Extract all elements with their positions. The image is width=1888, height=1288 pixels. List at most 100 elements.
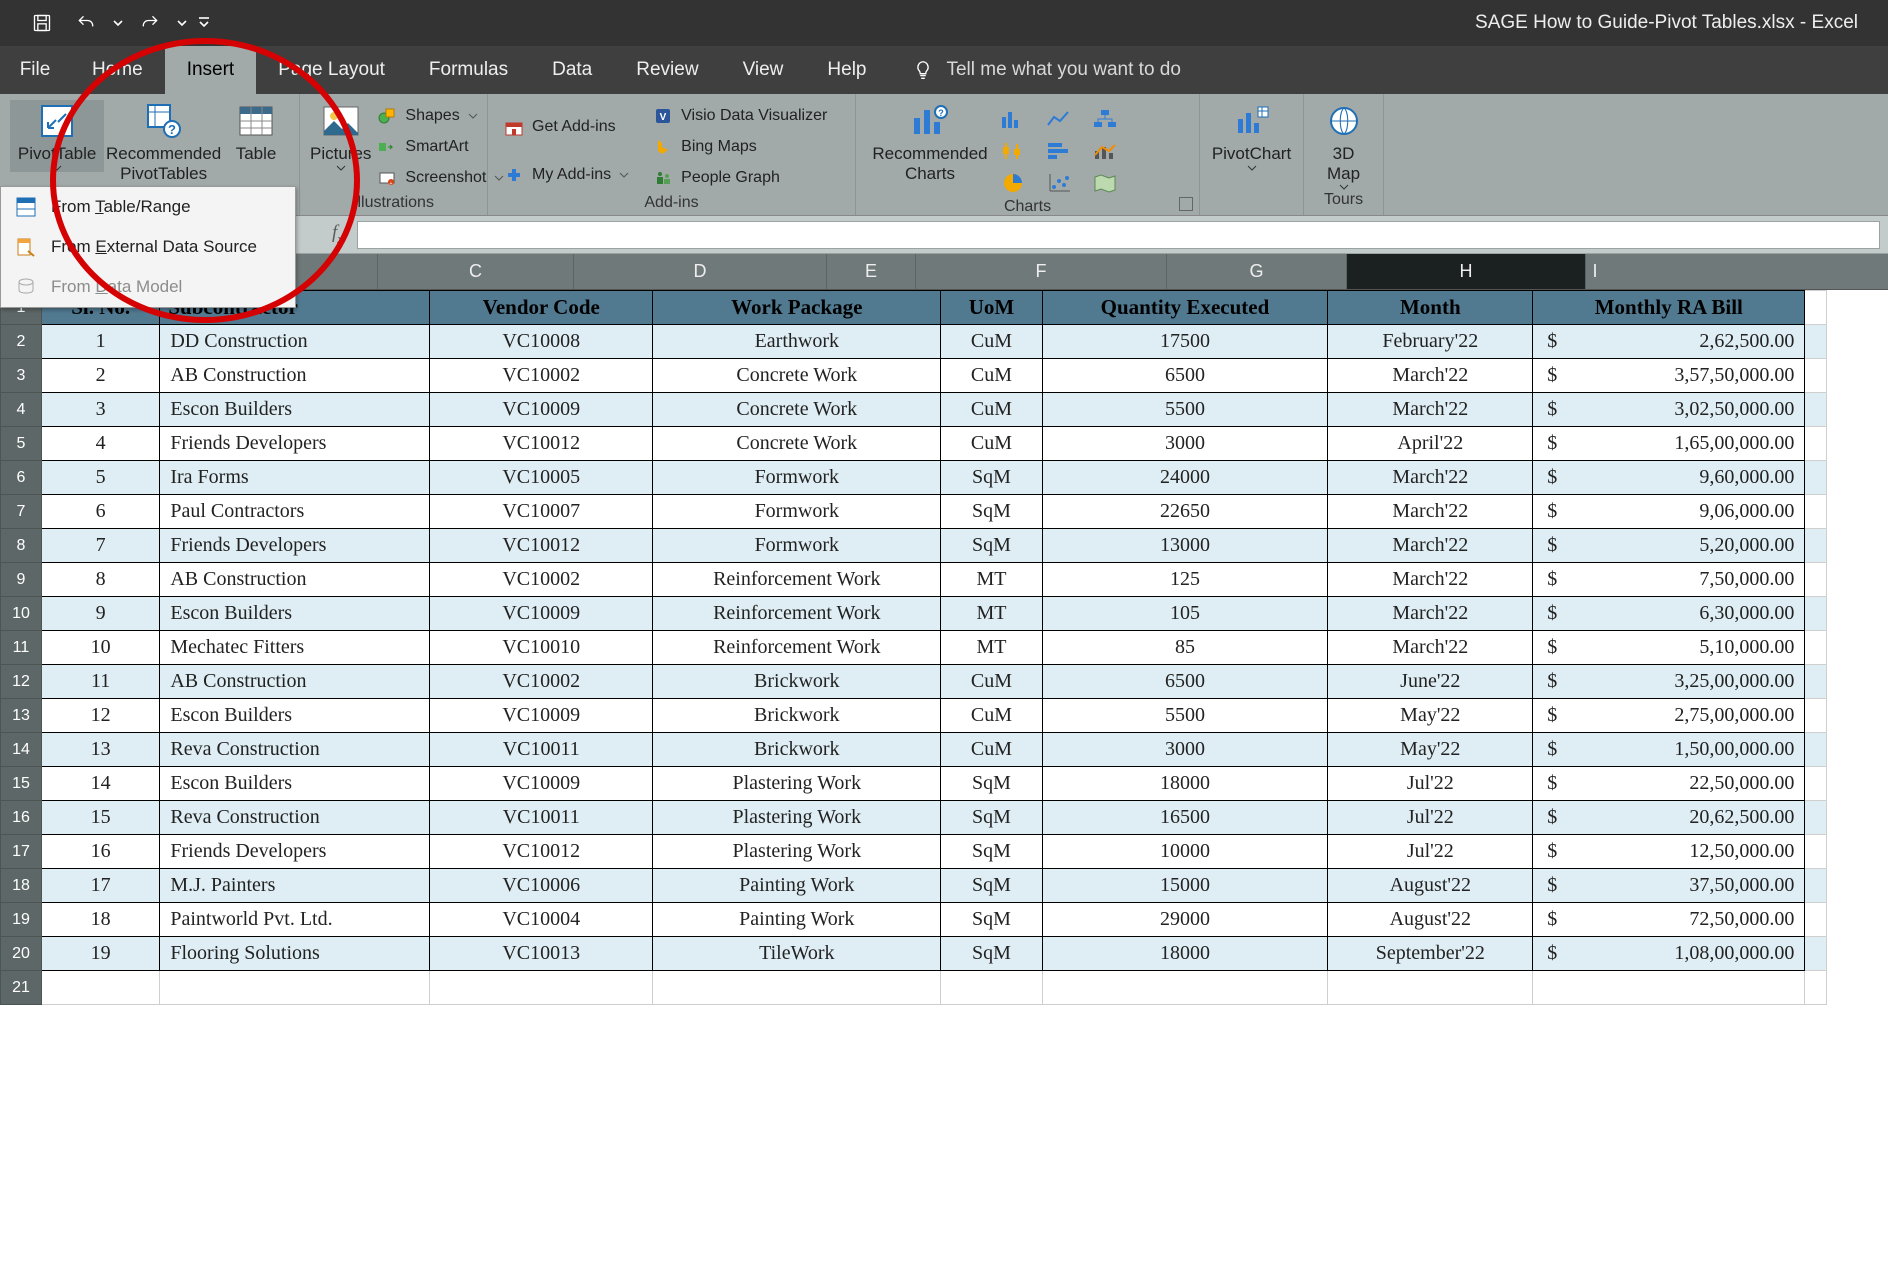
row-header[interactable]: 5	[1, 427, 42, 461]
cell-uom[interactable]: CuM	[941, 665, 1042, 699]
cell-sub[interactable]: Escon Builders	[160, 597, 430, 631]
cell-uom[interactable]: SqM	[941, 903, 1042, 937]
cell-vc[interactable]: VC10011	[430, 733, 653, 767]
menu-from-table-range[interactable]: From Table/Range	[1, 187, 295, 227]
cell-slno[interactable]: 6	[41, 495, 159, 529]
cell-uom[interactable]: SqM	[941, 801, 1042, 835]
cell-qty[interactable]: 22650	[1042, 495, 1328, 529]
cell-vc[interactable]: VC10008	[430, 325, 653, 359]
row-header[interactable]: 15	[1, 767, 42, 801]
menu-from-external[interactable]: From External Data Source	[1, 227, 295, 267]
smartart-button[interactable]: SmartArt	[377, 133, 504, 161]
cell-vc[interactable]: VC10002	[430, 563, 653, 597]
fx-icon[interactable]: fx	[332, 222, 343, 247]
cell-vc[interactable]: VC10012	[430, 529, 653, 563]
cell-wp[interactable]: Plastering Work	[653, 801, 941, 835]
cell-month[interactable]: March'22	[1328, 359, 1533, 393]
cell-vc[interactable]: VC10002	[430, 359, 653, 393]
col-C[interactable]: C	[377, 254, 573, 289]
cell-uom[interactable]: SqM	[941, 767, 1042, 801]
cell-sub[interactable]: DD Construction	[160, 325, 430, 359]
cell-qty[interactable]: 5500	[1042, 699, 1328, 733]
cell-vc[interactable]: VC10010	[430, 631, 653, 665]
row-header[interactable]: 19	[1, 903, 42, 937]
table-row[interactable]: 13 12 Escon Builders VC10009 Brickwork C…	[1, 699, 1827, 733]
hierarchy-chart-icon[interactable]	[1086, 104, 1124, 134]
qat-customize[interactable]	[194, 7, 214, 39]
cell-qty[interactable]: 3000	[1042, 427, 1328, 461]
cell-month[interactable]: March'22	[1328, 495, 1533, 529]
cell-bill[interactable]: $1,65,00,000.00	[1533, 427, 1805, 461]
cell-wp[interactable]: Reinforcement Work	[653, 597, 941, 631]
cell-bill[interactable]: $9,06,000.00	[1533, 495, 1805, 529]
cell-slno[interactable]: 13	[41, 733, 159, 767]
cell-sub[interactable]: Friends Developers	[160, 529, 430, 563]
cell-vc[interactable]: VC10009	[430, 393, 653, 427]
cell-bill[interactable]: $37,50,000.00	[1533, 869, 1805, 903]
cell-qty[interactable]: 13000	[1042, 529, 1328, 563]
table-row[interactable]: 7 6 Paul Contractors VC10007 Formwork Sq…	[1, 495, 1827, 529]
cell-wp[interactable]: Formwork	[653, 461, 941, 495]
cell-bill[interactable]: $3,57,50,000.00	[1533, 359, 1805, 393]
recommended-charts-button[interactable]: ? Recommended Charts	[866, 100, 994, 183]
row-header[interactable]: 7	[1, 495, 42, 529]
cell-uom[interactable]: CuM	[941, 393, 1042, 427]
cell-qty[interactable]: 16500	[1042, 801, 1328, 835]
pictures-button[interactable]: Pictures	[310, 100, 371, 172]
table-row[interactable]: 10 9 Escon Builders VC10009 Reinforcemen…	[1, 597, 1827, 631]
cell-slno[interactable]: 17	[41, 869, 159, 903]
redo-dropdown[interactable]	[174, 7, 190, 39]
recommended-pivottables-button[interactable]: ? Recommended PivotTables	[104, 100, 223, 183]
cell-uom[interactable]: SqM	[941, 495, 1042, 529]
table-row[interactable]: 4 3 Escon Builders VC10009 Concrete Work…	[1, 393, 1827, 427]
cell-month[interactable]: August'22	[1328, 903, 1533, 937]
cell-uom[interactable]: SqM	[941, 529, 1042, 563]
row-header[interactable]: 8	[1, 529, 42, 563]
cell-sub[interactable]: Paintworld Pvt. Ltd.	[160, 903, 430, 937]
col-F[interactable]: F	[915, 254, 1166, 289]
row-header[interactable]: 21	[1, 971, 42, 1005]
cell-wp[interactable]: Plastering Work	[653, 835, 941, 869]
cell-uom[interactable]: SqM	[941, 869, 1042, 903]
cell-qty[interactable]: 3000	[1042, 733, 1328, 767]
cell-slno[interactable]: 3	[41, 393, 159, 427]
table-row[interactable]: 9 8 AB Construction VC10002 Reinforcemen…	[1, 563, 1827, 597]
cell-qty[interactable]: 6500	[1042, 359, 1328, 393]
cell-bill[interactable]: $1,08,00,000.00	[1533, 937, 1805, 971]
visio-visualizer-button[interactable]: V Visio Data Visualizer	[653, 102, 827, 130]
cell-qty[interactable]: 29000	[1042, 903, 1328, 937]
cell-wp[interactable]: Brickwork	[653, 665, 941, 699]
row-header[interactable]: 4	[1, 393, 42, 427]
cell-slno[interactable]: 10	[41, 631, 159, 665]
cell-vc[interactable]: VC10007	[430, 495, 653, 529]
cell-uom[interactable]: SqM	[941, 937, 1042, 971]
tab-insert[interactable]: Insert	[165, 46, 257, 94]
cell-uom[interactable]: CuM	[941, 427, 1042, 461]
cell-sub[interactable]: Mechatec Fitters	[160, 631, 430, 665]
cell-slno[interactable]: 7	[41, 529, 159, 563]
cell-month[interactable]: March'22	[1328, 631, 1533, 665]
tab-file[interactable]: File	[0, 46, 70, 94]
cell-bill[interactable]: $2,62,500.00	[1533, 325, 1805, 359]
tab-formulas[interactable]: Formulas	[407, 46, 530, 94]
cell-uom[interactable]: MT	[941, 631, 1042, 665]
cell-wp[interactable]: Plastering Work	[653, 767, 941, 801]
cell-month[interactable]: March'22	[1328, 563, 1533, 597]
cell-bill[interactable]: $1,50,00,000.00	[1533, 733, 1805, 767]
bing-maps-button[interactable]: Bing Maps	[653, 133, 827, 161]
table-row[interactable]: 20 19 Flooring Solutions VC10013 TileWor…	[1, 937, 1827, 971]
cell-slno[interactable]: 15	[41, 801, 159, 835]
cell-wp[interactable]: TileWork	[653, 937, 941, 971]
cell-qty[interactable]: 24000	[1042, 461, 1328, 495]
row-header[interactable]: 11	[1, 631, 42, 665]
cell-vc[interactable]: VC10011	[430, 801, 653, 835]
screenshot-button[interactable]: + Screenshot	[377, 164, 504, 192]
table-row[interactable]: 11 10 Mechatec Fitters VC10010 Reinforce…	[1, 631, 1827, 665]
worksheet[interactable]: 1 Sl. No. Subcontractor Vendor Code Work…	[0, 290, 1888, 1005]
cell-slno[interactable]: 5	[41, 461, 159, 495]
row-header[interactable]: 12	[1, 665, 42, 699]
cell-bill[interactable]: $9,60,000.00	[1533, 461, 1805, 495]
table-row[interactable]: 17 16 Friends Developers VC10012 Plaster…	[1, 835, 1827, 869]
cell-month[interactable]: April'22	[1328, 427, 1533, 461]
shapes-button[interactable]: Shapes	[377, 102, 504, 130]
